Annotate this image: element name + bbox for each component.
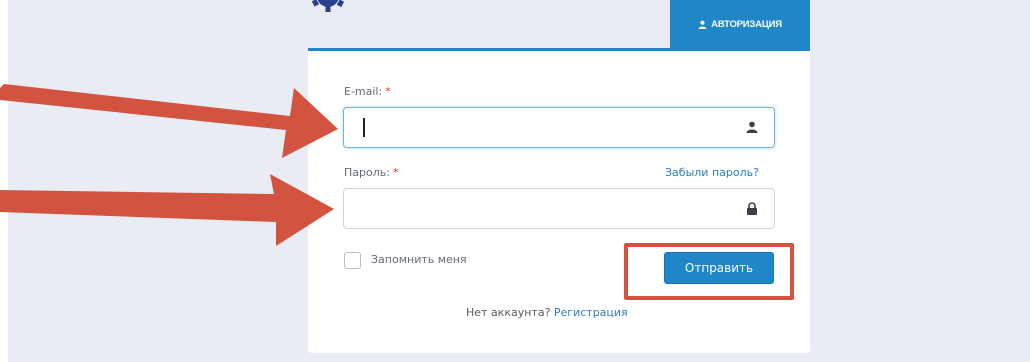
email-required-mark: * bbox=[385, 85, 391, 98]
arrow-to-email-icon bbox=[0, 84, 338, 158]
tab-authorization-label: АВТОРИЗАЦИЯ bbox=[711, 18, 782, 30]
email-input[interactable] bbox=[354, 116, 714, 138]
submit-highlight-box bbox=[624, 243, 794, 300]
lock-icon bbox=[747, 202, 757, 215]
register-line: Нет аккаунта? Регистрация bbox=[466, 306, 628, 319]
password-label-text: Пароль: bbox=[344, 166, 390, 179]
remember-me-checkbox[interactable] bbox=[344, 252, 361, 269]
remember-me-label: Запомнить меня bbox=[371, 253, 467, 266]
register-link[interactable]: Регистрация bbox=[554, 306, 628, 319]
forgot-password-link[interactable]: Забыли пароль? bbox=[665, 166, 759, 179]
annotation-arrows bbox=[0, 84, 338, 246]
page: АВТОРИЗАЦИЯ E-mail: * Пароль: * Забыли пар… bbox=[0, 0, 1030, 362]
email-label-text: E-mail: bbox=[344, 85, 383, 98]
email-field[interactable] bbox=[343, 107, 775, 148]
password-required-mark: * bbox=[392, 166, 399, 179]
user-icon bbox=[698, 20, 707, 29]
password-input[interactable] bbox=[354, 197, 714, 219]
arrow-to-password-icon bbox=[0, 174, 334, 246]
password-label: Пароль: * bbox=[344, 166, 398, 179]
user-icon bbox=[746, 121, 758, 133]
text-caret bbox=[363, 118, 365, 137]
email-label: E-mail: * bbox=[344, 85, 391, 98]
password-field[interactable] bbox=[343, 188, 775, 229]
register-prompt: Нет аккаунта? bbox=[466, 306, 551, 319]
tab-authorization[interactable]: АВТОРИЗАЦИЯ bbox=[670, 0, 810, 48]
